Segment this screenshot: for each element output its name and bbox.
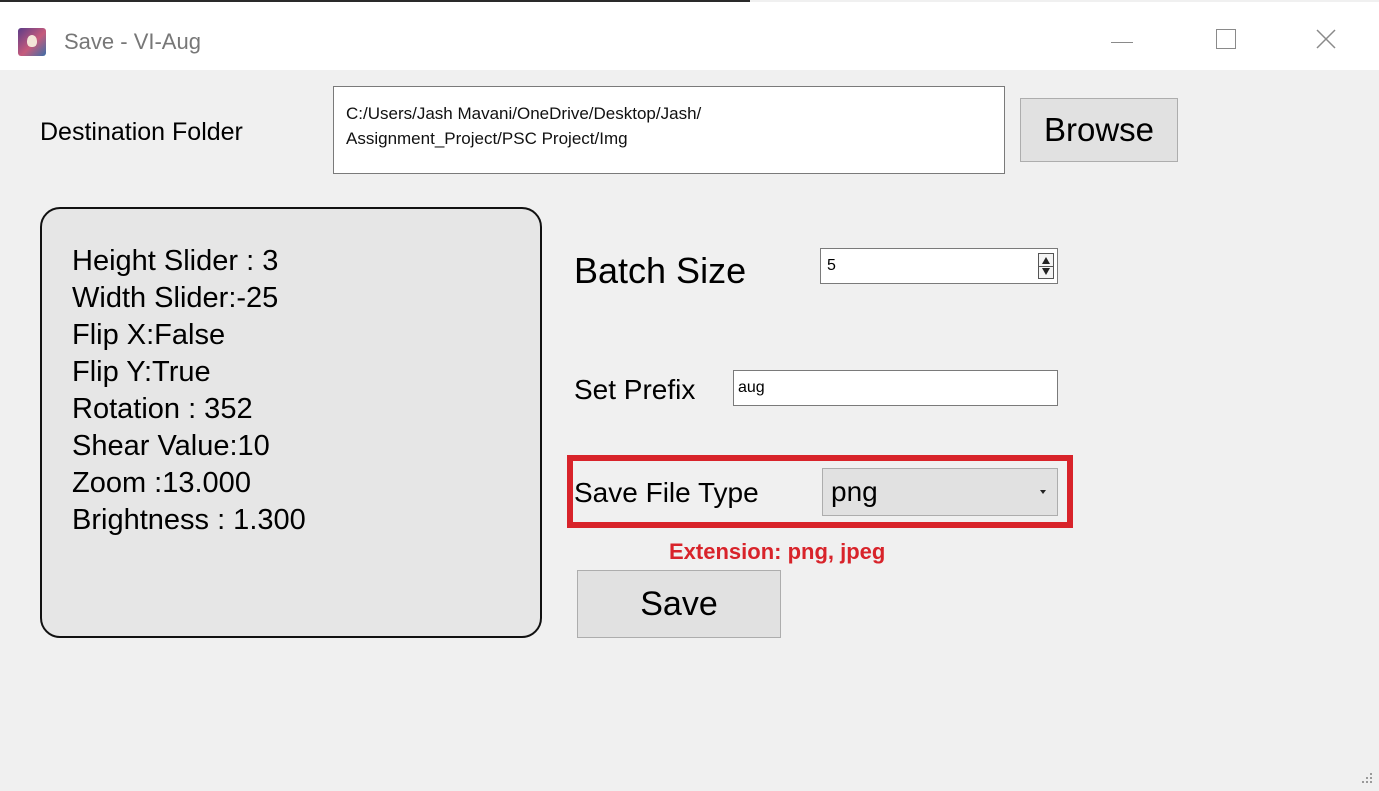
resize-grip-icon[interactable]: [1359, 771, 1373, 785]
param-shear-value: Shear Value:10: [72, 430, 270, 462]
param-brightness: Brightness : 1.300: [72, 504, 306, 536]
browse-button[interactable]: Browse: [1020, 98, 1178, 162]
close-button[interactable]: [1296, 16, 1356, 62]
path-line-2: Assignment_Project/PSC Project/Img: [346, 129, 628, 148]
param-width-slider: Width Slider:-25: [72, 282, 279, 314]
spin-up-icon[interactable]: [1042, 257, 1050, 264]
parameters-summary-panel: Height Slider : 3 Width Slider:-25 Flip …: [40, 207, 542, 638]
extension-note: Extension: png, jpeg: [669, 539, 886, 564]
set-prefix-label: Set Prefix: [574, 374, 696, 405]
file-type-selected: png: [831, 476, 878, 507]
param-zoom: Zoom :13.000: [72, 467, 251, 499]
prefix-input[interactable]: aug: [733, 370, 1058, 406]
maximize-button[interactable]: [1196, 16, 1256, 62]
file-type-dropdown[interactable]: png: [822, 468, 1058, 516]
app-icon: [18, 28, 46, 56]
close-icon: [1316, 29, 1336, 49]
minimize-button[interactable]: [1092, 16, 1152, 62]
destination-folder-label: Destination Folder: [40, 118, 243, 146]
param-flip-y: Flip Y:True: [72, 356, 211, 388]
param-flip-x: Flip X:False: [72, 319, 226, 351]
maximize-icon: [1216, 29, 1236, 49]
param-rotation: Rotation : 352: [72, 393, 253, 425]
path-line-1: C:/Users/Jash Mavani/OneDrive/Desktop/Ja…: [346, 104, 702, 123]
save-file-type-label: Save File Type: [574, 477, 759, 508]
param-height-slider: Height Slider : 3: [72, 245, 279, 277]
chevron-down-icon: [1040, 490, 1046, 494]
spin-divider: [1039, 266, 1053, 267]
window-title: Save - VI-Aug: [64, 29, 201, 54]
spin-down-icon[interactable]: [1042, 268, 1050, 275]
save-button[interactable]: Save: [577, 570, 781, 638]
batch-size-value: 5: [827, 257, 836, 274]
spin-buttons[interactable]: [1038, 253, 1054, 279]
batch-size-spinbox[interactable]: 5: [820, 248, 1058, 284]
batch-size-label: Batch Size: [574, 250, 747, 291]
destination-path-field[interactable]: C:/Users/Jash Mavani/OneDrive/Desktop/Ja…: [333, 86, 1005, 174]
title-bar[interactable]: Save - VI-Aug: [0, 2, 1379, 70]
minimize-icon: [1111, 41, 1133, 43]
